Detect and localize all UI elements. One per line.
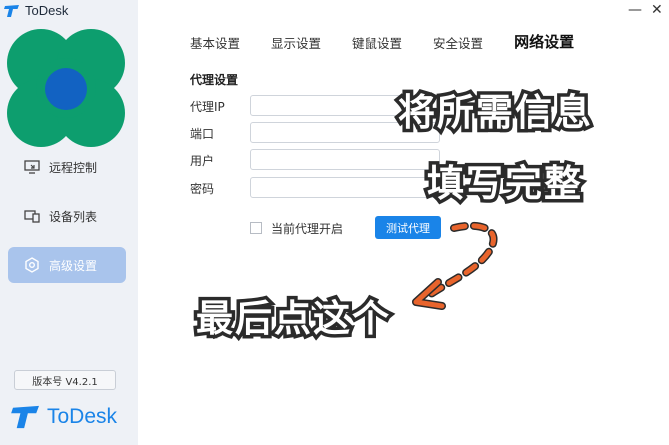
brand-name: ToDesk <box>47 405 118 428</box>
close-icon[interactable]: ✕ <box>651 2 663 18</box>
version-badge: 版本号 V4.2.1 <box>14 370 116 390</box>
sidebar-item-advanced-settings[interactable]: 高级设置 <box>8 247 126 283</box>
sidebar-item-label: 远程控制 <box>49 160 98 175</box>
settings-tabs: 基本设置 显示设置 键鼠设置 安全设置 网络设置 <box>190 33 605 52</box>
sidebar-item-label: 设备列表 <box>49 209 98 224</box>
proxy-user-input[interactable] <box>250 149 440 170</box>
brand-logo: ToDesk <box>11 404 117 430</box>
proxy-port-label: 端口 <box>190 127 215 141</box>
tab-display-settings[interactable]: 显示设置 <box>271 33 321 52</box>
sidebar-item-label: 高级设置 <box>49 258 98 273</box>
tab-network-settings[interactable]: 网络设置 <box>514 31 574 52</box>
annotation-caption: 将所需信息 <box>395 88 595 138</box>
todesk-logo-icon <box>4 4 19 17</box>
enable-proxy-label: 当前代理开启 <box>271 222 344 236</box>
proxy-password-label: 密码 <box>190 182 215 196</box>
annotation-caption: 最后点这个 <box>193 294 393 344</box>
app-title: ToDesk <box>4 3 68 18</box>
proxy-password-input[interactable] <box>250 177 440 198</box>
minimize-icon[interactable]: — <box>628 2 642 18</box>
annotation-arrow-icon <box>412 221 498 310</box>
proxy-section-title: 代理设置 <box>190 73 239 87</box>
sidebar-item-remote-control[interactable]: 远程控制 <box>8 149 126 185</box>
enable-proxy-checkbox[interactable] <box>250 222 262 234</box>
tab-basic-settings[interactable]: 基本设置 <box>190 33 240 52</box>
todesk-logo-icon <box>11 405 40 429</box>
tab-keyboard-mouse-settings[interactable]: 键鼠设置 <box>352 33 402 52</box>
proxy-user-label: 用户 <box>190 154 215 168</box>
avatar[interactable] <box>5 27 127 149</box>
device-list-icon <box>24 210 40 223</box>
remote-control-icon <box>24 160 40 174</box>
settings-gear-icon <box>25 257 39 273</box>
proxy-ip-label: 代理IP <box>190 100 225 114</box>
app-title-text: ToDesk <box>25 3 69 18</box>
tab-security-settings[interactable]: 安全设置 <box>433 33 483 52</box>
sidebar: ToDesk 远程控制 设备列表 高级设置 版本号 V4.2.1 ToDesk <box>0 0 138 445</box>
sidebar-item-device-list[interactable]: 设备列表 <box>8 198 126 234</box>
annotation-caption: 填写完整 <box>424 159 585 209</box>
